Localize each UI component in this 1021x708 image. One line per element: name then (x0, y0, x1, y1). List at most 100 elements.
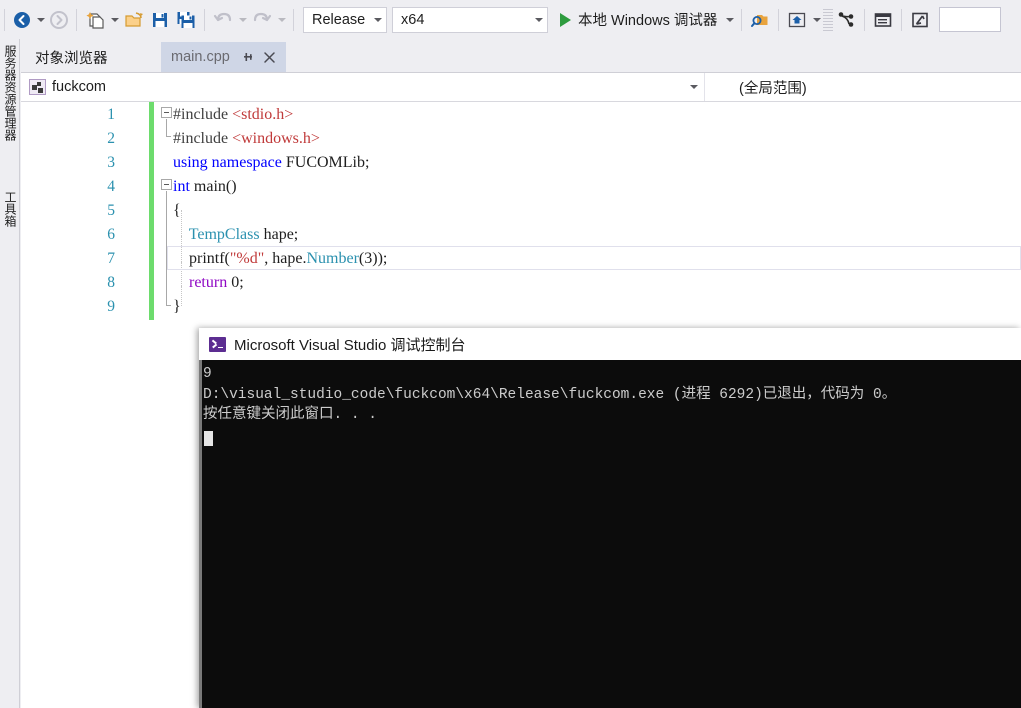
code-line: } (173, 295, 181, 319)
console-cursor (204, 431, 213, 446)
code-line: TempClass hape; (173, 223, 299, 247)
line-number: 4 (107, 178, 115, 195)
code-token: "%d" (229, 250, 265, 267)
left-dock-rail: 服务器资源管理器 工具箱 (0, 39, 20, 708)
new-item-dropdown[interactable] (108, 6, 121, 34)
code-token: FUCOMLib; (285, 154, 370, 171)
code-token: int (173, 178, 190, 195)
save-all-button[interactable] (173, 6, 199, 34)
close-icon[interactable] (262, 49, 278, 65)
start-debugging-button[interactable]: 本地 Windows 调试器 (556, 6, 719, 34)
start-debugging-label: 本地 Windows 调试器 (578, 13, 718, 29)
home-button[interactable] (784, 6, 810, 34)
code-token: using namespace (173, 154, 286, 171)
debug-console-window[interactable]: Microsoft Visual Studio 调试控制台 9 D:\visual… (199, 328, 1021, 708)
open-file-icon (125, 11, 143, 27)
undo-dropdown[interactable] (236, 6, 249, 34)
navigate-forward-button[interactable] (47, 6, 71, 34)
back-arrow-icon (14, 11, 30, 28)
find-in-files-icon (751, 14, 768, 27)
rail-item-toolbox[interactable]: 工具箱 (2, 191, 18, 227)
code-line: int main() (173, 175, 237, 199)
quick-launch-input[interactable] (939, 7, 1002, 32)
console-line: 9 (203, 366, 212, 382)
attach-tool-button[interactable] (907, 6, 933, 34)
window-layout-button[interactable] (870, 6, 896, 34)
home-icon (789, 12, 806, 27)
console-scrollbar[interactable] (199, 360, 202, 708)
attach-tool-icon (912, 12, 929, 27)
code-token: return (173, 274, 228, 291)
tab-main-cpp[interactable]: main.cpp (161, 42, 286, 72)
fold-toggle-line-4[interactable] (161, 179, 172, 190)
toolbar-overflow-grip (823, 8, 834, 31)
line-number: 3 (107, 154, 115, 171)
project-scope-combo[interactable]: fuckcom (21, 73, 705, 101)
line-number: 6 (107, 226, 115, 243)
code-token: main() (189, 178, 237, 195)
solution-configuration-caret[interactable] (370, 8, 386, 32)
change-tracking-bar (149, 102, 154, 320)
solution-platform-combo[interactable]: x64 (392, 6, 548, 33)
play-icon (560, 12, 571, 27)
code-token: { (173, 202, 181, 219)
console-output[interactable]: 9 D:\visual_studio_code\fuckcom\x64\Relea… (199, 360, 1021, 708)
branch-button[interactable] (833, 6, 859, 34)
navigate-back-button[interactable] (10, 6, 34, 34)
redo-button[interactable] (249, 6, 275, 34)
document-tab-strip: 对象浏览器 main.cpp (21, 39, 1021, 72)
save-all-icon (177, 11, 195, 28)
toolbar-separator-7 (901, 8, 903, 31)
home-dropdown[interactable] (810, 6, 823, 34)
rail-item-server-explorer[interactable]: 服务器资源管理器 (2, 45, 18, 141)
code-token: printf( (173, 250, 230, 267)
toolbar-separator-6 (864, 8, 866, 31)
save-button[interactable] (147, 6, 173, 34)
code-line: printf("%d", hape.Number(3)); (173, 247, 387, 271)
code-token: (3)); (358, 250, 388, 267)
editor-navigation-bar: fuckcom (全局范围) (21, 72, 1021, 102)
fold-end-2 (166, 305, 171, 306)
toolbar-separator-5 (778, 8, 780, 31)
main-toolbar: Release x64 本地 Windows 调试器 (0, 0, 1021, 39)
line-number: 5 (107, 202, 115, 219)
console-title-bar[interactable]: Microsoft Visual Studio 调试控制台 (199, 328, 1021, 360)
pin-glyph (243, 53, 252, 61)
tab-object-browser[interactable]: 对象浏览器 (27, 42, 116, 72)
open-file-button[interactable] (121, 6, 147, 34)
solution-configuration-value: Release (312, 11, 366, 28)
find-in-files-button[interactable] (747, 6, 773, 34)
code-line: #include <windows.h> (173, 127, 320, 151)
fold-connector-2 (166, 191, 167, 305)
code-line: { (173, 199, 181, 223)
new-item-button[interactable] (82, 6, 108, 34)
visual-studio-window: Release x64 本地 Windows 调试器 服务器资源管理器 工具箱 … (0, 0, 1021, 708)
undo-button[interactable] (210, 6, 236, 34)
branch-icon (839, 11, 854, 27)
toolbar-separator-1 (76, 8, 77, 31)
fold-connector-1 (166, 119, 167, 136)
solution-platform-caret[interactable] (530, 8, 547, 32)
line-number: 9 (107, 298, 115, 315)
console-line: D:\visual_studio_code\fuckcom\x64\Releas… (203, 386, 897, 403)
pin-icon[interactable] (240, 49, 256, 65)
redo-dropdown[interactable] (275, 6, 288, 34)
tab-main-cpp-label: main.cpp (171, 49, 230, 65)
window-layout-icon (875, 12, 892, 27)
new-item-icon (86, 11, 104, 29)
code-token: #include (173, 106, 233, 123)
toolbar-separator-2 (204, 8, 205, 31)
start-debugging-dropdown[interactable] (723, 6, 736, 34)
line-number-gutter: 1 2 3 4 5 6 7 8 9 (21, 102, 127, 708)
tab-object-browser-label: 对象浏览器 (35, 50, 108, 67)
line-number: 1 (107, 106, 115, 123)
save-icon (153, 12, 167, 27)
code-token: } (173, 298, 181, 315)
solution-configuration-combo[interactable]: Release (303, 6, 387, 33)
line-number: 8 (107, 274, 115, 291)
code-token: #include (173, 130, 233, 147)
navigate-back-dropdown[interactable] (34, 6, 47, 34)
fold-toggle-line-1[interactable] (161, 107, 172, 118)
member-scope-combo[interactable]: (全局范围) (705, 73, 1021, 101)
project-scope-caret[interactable] (684, 85, 704, 89)
